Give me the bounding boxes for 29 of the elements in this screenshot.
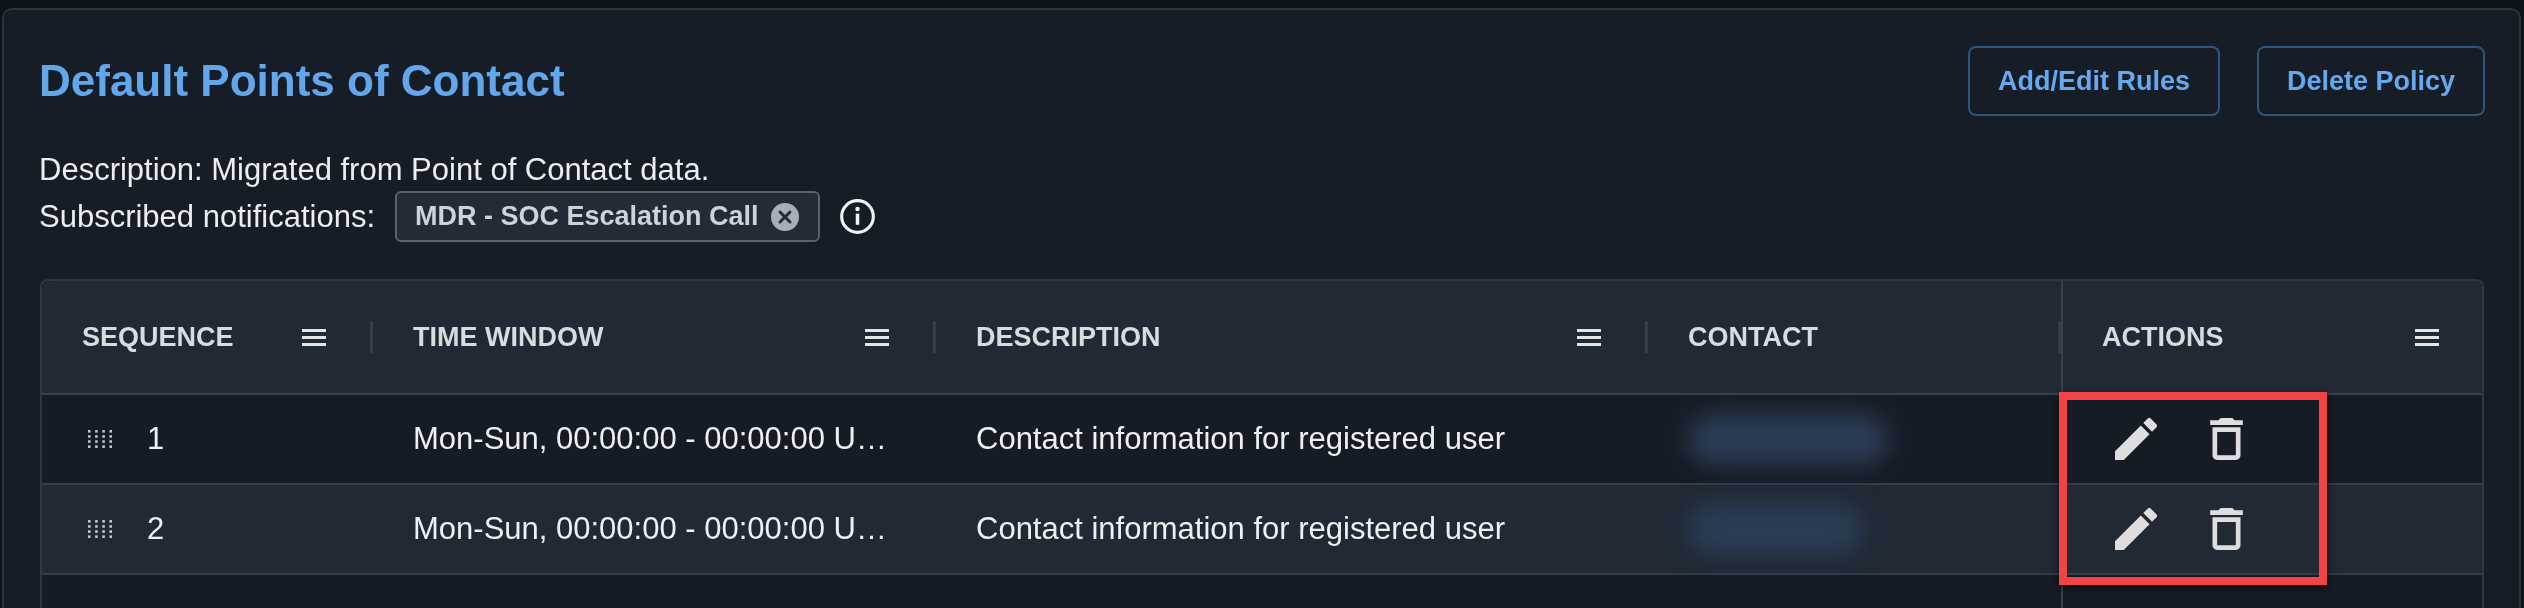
remove-icon[interactable] bbox=[770, 202, 799, 231]
column-header: CONTACT bbox=[1688, 321, 1818, 353]
table-cell: Contact information for registered user bbox=[976, 421, 1505, 457]
trash-icon[interactable] bbox=[2210, 508, 2243, 550]
page-title: Default Points of Contact bbox=[39, 55, 565, 107]
info-icon[interactable] bbox=[839, 199, 875, 234]
pencil-icon[interactable] bbox=[2115, 508, 2157, 550]
column-menu-icon[interactable] bbox=[2415, 328, 2439, 346]
column-menu-icon[interactable] bbox=[865, 328, 889, 346]
pencil-icon[interactable] bbox=[2115, 418, 2157, 460]
notification-name: MDR - SOC Escalation Call bbox=[415, 201, 759, 232]
column-header: TIME WINDOW bbox=[413, 321, 604, 353]
table-cell: 2 bbox=[147, 511, 165, 547]
column-header: SEQUENCE bbox=[82, 321, 234, 353]
table-cell: 1 bbox=[147, 421, 165, 457]
column-header: DESCRIPTION bbox=[976, 321, 1161, 353]
column-menu-icon[interactable] bbox=[302, 328, 326, 346]
policy-description: Description: Migrated from Point of Contact data. bbox=[39, 151, 710, 189]
outline-button[interactable]: Delete Policy bbox=[2256, 46, 2485, 116]
table-cell: Mon-Sun, 00:00:00 - 00:00:00 U… bbox=[413, 421, 887, 457]
table-cell: Contact information for registered user bbox=[976, 511, 1505, 547]
table-cell: Mon-Sun, 00:00:00 - 00:00:00 U… bbox=[413, 511, 887, 547]
column-header: ACTIONS bbox=[2102, 321, 2224, 353]
column-menu-icon[interactable] bbox=[1577, 328, 1601, 346]
outline-button[interactable]: Add/Edit Rules bbox=[1967, 46, 2220, 116]
trash-icon[interactable] bbox=[2210, 418, 2243, 460]
drag-handle-icon[interactable] bbox=[88, 520, 112, 538]
drag-handle-icon[interactable] bbox=[88, 430, 112, 448]
subscriptions-label: Subscribed notifications: bbox=[39, 197, 376, 236]
